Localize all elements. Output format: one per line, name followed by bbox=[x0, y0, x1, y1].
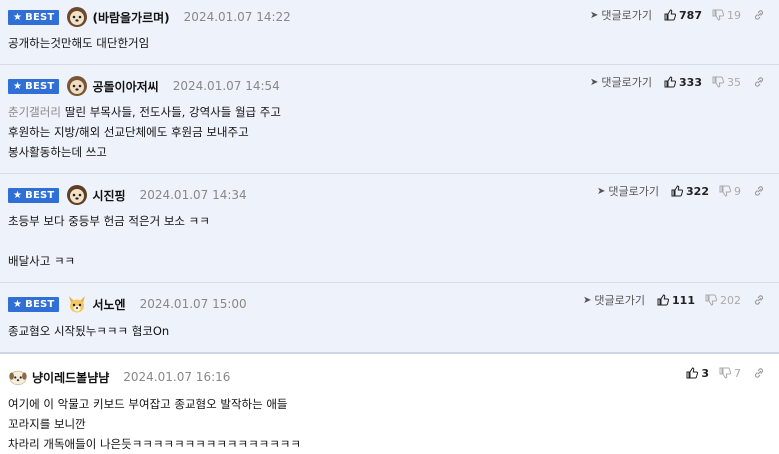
comment-item: ★ BEST 시진핑 2024.01.07 14:34 ➤ 댓글로가기 322 9 … bbox=[0, 174, 779, 282]
downvote-button[interactable]: 7 bbox=[719, 367, 741, 380]
downvote-button[interactable]: 19 bbox=[712, 9, 741, 22]
avatar[interactable] bbox=[8, 367, 28, 387]
upvote-count: 333 bbox=[679, 75, 702, 89]
star-icon: ★ bbox=[13, 189, 23, 201]
best-badge: ★ BEST bbox=[8, 296, 60, 312]
star-icon: ★ bbox=[13, 11, 23, 23]
comment-date: 2024.01.07 14:22 bbox=[183, 10, 291, 24]
downvote-count: 35 bbox=[727, 75, 741, 89]
thumbs-down-icon bbox=[705, 294, 717, 306]
downvote-count: 19 bbox=[727, 8, 741, 22]
share-link-icon[interactable] bbox=[753, 185, 765, 197]
upvote-count: 3 bbox=[701, 366, 709, 380]
thumbs-down-icon bbox=[712, 76, 724, 88]
thumbs-up-icon bbox=[657, 294, 670, 306]
downvote-count: 7 bbox=[734, 366, 741, 380]
star-icon: ★ bbox=[13, 298, 23, 310]
nickname[interactable]: 공돌이아저씨 bbox=[92, 78, 158, 95]
comment-date: 2024.01.07 14:54 bbox=[172, 79, 280, 93]
best-badge: ★ BEST bbox=[8, 9, 60, 25]
reply-arrow-icon: ➤ bbox=[597, 185, 606, 197]
upvote-button[interactable]: 111 bbox=[657, 294, 695, 307]
share-link-icon[interactable] bbox=[753, 294, 765, 306]
comment-date: 2024.01.07 14:34 bbox=[139, 188, 247, 202]
downvote-button[interactable]: 9 bbox=[719, 185, 741, 198]
downvote-button[interactable]: 35 bbox=[712, 76, 741, 89]
comment-text: 춘기갤러리 딸린 부목사들, 전도사들, 강역사들 월급 주고 후원하는 지방/해… bbox=[8, 105, 281, 159]
comment-text: 초등부 보다 중등부 헌금 적은거 보소 ㅋㅋ 배달사고 ㅋㅋ bbox=[8, 214, 210, 268]
avatar[interactable] bbox=[66, 6, 88, 28]
avatar[interactable] bbox=[66, 293, 88, 315]
best-badge: ★ BEST bbox=[8, 78, 60, 94]
reply-arrow-icon: ➤ bbox=[590, 76, 599, 88]
gallery-tag[interactable]: 춘기갤러리 bbox=[8, 105, 61, 119]
comment-date: 2024.01.07 15:00 bbox=[139, 297, 247, 311]
share-link-icon[interactable] bbox=[753, 367, 765, 379]
nickname[interactable]: (바람을가르며) bbox=[92, 9, 169, 26]
comment-item: 냥이레드볼냠냠 2024.01.07 16:16 3 7 여기에 이 악물고 키… bbox=[0, 354, 779, 451]
star-icon: ★ bbox=[13, 80, 23, 92]
reply-link[interactable]: ➤ 댓글로가기 bbox=[583, 292, 645, 308]
upvote-count: 111 bbox=[672, 293, 695, 307]
downvote-count: 202 bbox=[720, 293, 741, 307]
thumbs-down-icon bbox=[719, 367, 731, 379]
reply-arrow-icon: ➤ bbox=[583, 294, 592, 306]
comment-item: ★ BEST 서노엔 2024.01.07 15:00 ➤ 댓글로가기 111 20… bbox=[0, 283, 779, 352]
upvote-button[interactable]: 787 bbox=[664, 9, 702, 22]
nickname[interactable]: 시진핑 bbox=[92, 187, 125, 204]
upvote-count: 787 bbox=[679, 8, 702, 22]
thumbs-up-icon bbox=[664, 9, 677, 21]
avatar[interactable] bbox=[66, 184, 88, 206]
thumbs-down-icon bbox=[712, 9, 724, 21]
reply-arrow-icon: ➤ bbox=[590, 9, 599, 21]
downvote-button[interactable]: 202 bbox=[705, 294, 741, 307]
reply-link[interactable]: ➤ 댓글로가기 bbox=[597, 183, 659, 199]
thumbs-down-icon bbox=[719, 185, 731, 197]
upvote-button[interactable]: 333 bbox=[664, 76, 702, 89]
upvote-button[interactable]: 322 bbox=[671, 185, 709, 198]
comment-item: ★ BEST 공돌이아저씨 2024.01.07 14:54 ➤ 댓글로가기 333… bbox=[0, 65, 779, 173]
nickname[interactable]: 서노엔 bbox=[92, 296, 125, 313]
comment-text: 종교혐오 시작됬누ㅋㅋㅋ 혐코On bbox=[8, 324, 170, 338]
thumbs-up-icon bbox=[664, 76, 677, 88]
reply-link[interactable]: ➤ 댓글로가기 bbox=[590, 74, 652, 90]
comment-text: 공개하는것만해도 대단한거임 bbox=[8, 36, 150, 50]
upvote-count: 322 bbox=[686, 184, 709, 198]
comment-text: 여기에 이 악물고 키보드 부여잡고 종교혐오 발작하는 애들 꼬라지를 보니깐… bbox=[8, 397, 301, 451]
best-badge: ★ BEST bbox=[8, 187, 60, 203]
reply-link[interactable]: ➤ 댓글로가기 bbox=[590, 7, 652, 23]
thumbs-up-icon bbox=[686, 367, 699, 379]
upvote-button[interactable]: 3 bbox=[686, 367, 709, 380]
share-link-icon[interactable] bbox=[753, 9, 765, 21]
comment-item: ★ BEST (바람을가르며) 2024.01.07 14:22 ➤ 댓글로가기 7… bbox=[0, 0, 779, 64]
comment-date: 2024.01.07 16:16 bbox=[123, 370, 231, 384]
thumbs-up-icon bbox=[671, 185, 684, 197]
downvote-count: 9 bbox=[734, 184, 741, 198]
avatar[interactable] bbox=[66, 75, 88, 97]
nickname[interactable]: 냥이레드볼냠냠 bbox=[32, 369, 109, 386]
share-link-icon[interactable] bbox=[753, 76, 765, 88]
